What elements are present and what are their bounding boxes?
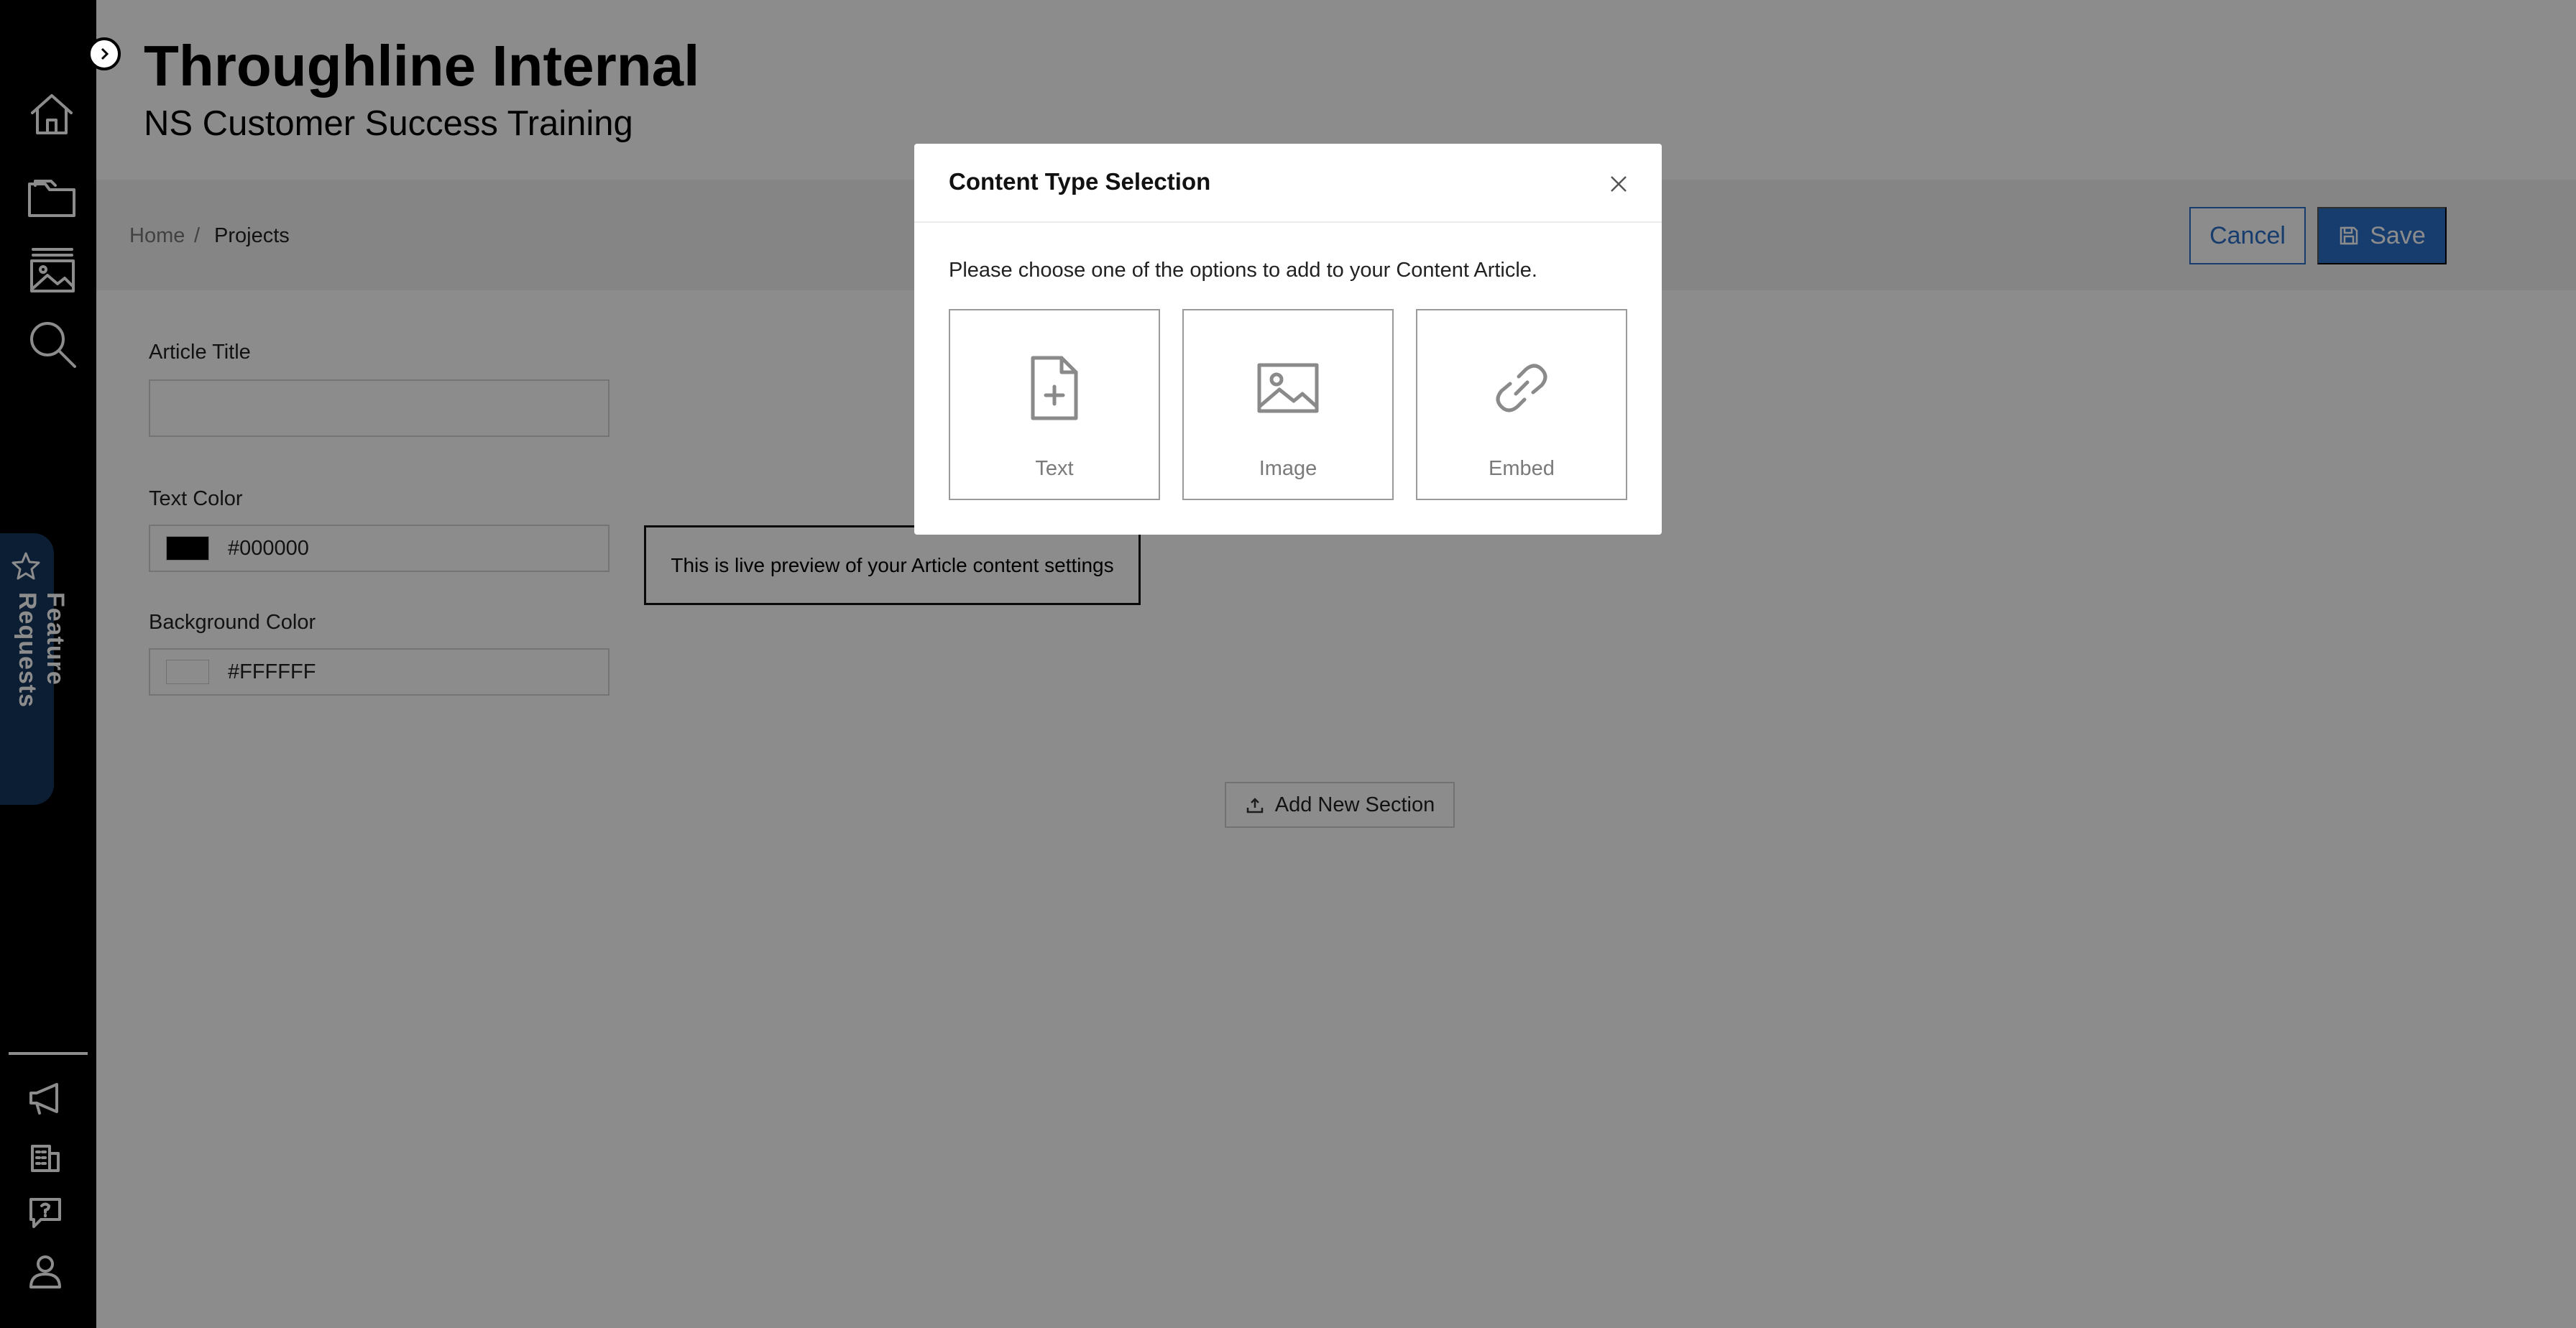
modal-header: Content Type Selection <box>914 144 1662 223</box>
chevron-right-icon <box>101 47 109 60</box>
content-type-modal: Content Type Selection Please choose one… <box>914 144 1662 535</box>
option-embed[interactable]: Embed <box>1416 309 1627 500</box>
option-text-label: Text <box>1035 457 1074 480</box>
option-text[interactable]: Text <box>949 309 1160 500</box>
modal-instruction: Please choose one of the options to add … <box>949 259 1537 282</box>
option-image-label: Image <box>1259 457 1317 480</box>
link-icon <box>1496 364 1547 412</box>
sidebar-toggle-button[interactable] <box>88 37 121 70</box>
close-icon[interactable] <box>1606 171 1632 197</box>
modal-title: Content Type Selection <box>949 168 1211 195</box>
image-icon <box>1257 363 1319 413</box>
file-plus-icon <box>1031 356 1078 420</box>
option-embed-label: Embed <box>1489 457 1555 480</box>
option-image[interactable]: Image <box>1182 309 1394 500</box>
